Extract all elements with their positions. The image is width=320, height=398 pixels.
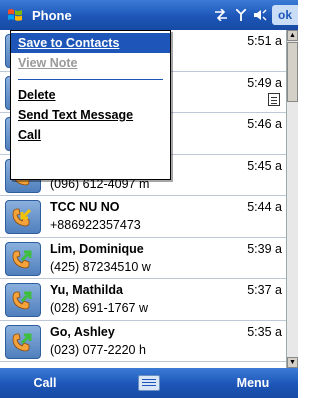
outgoing-call-icon (5, 324, 41, 359)
call-time: 5:35 a (247, 324, 282, 339)
menu-item-save-to-contacts[interactable]: Save to Contacts (11, 33, 170, 53)
incoming-call-icon (5, 200, 41, 234)
menu-item-label: Send Text Message (18, 108, 134, 122)
scroll-up-arrow-icon[interactable]: ▲ (287, 30, 298, 41)
app-title: Phone (32, 7, 72, 23)
ok-button[interactable]: ok (272, 5, 298, 25)
call-log-row[interactable]: Lim, Dominique (425) 87234510 w 5:39 a (0, 238, 286, 279)
menu-separator (11, 73, 170, 85)
menu-item-view-note: View Note (11, 53, 170, 73)
scrollbar[interactable]: ▲ ▼ (286, 30, 298, 368)
scroll-down-arrow-icon[interactable]: ▼ (287, 357, 298, 368)
outgoing-call-icon (5, 241, 41, 276)
menu-item-label: Call (18, 128, 41, 142)
menu-item-label: Save to Contacts (18, 36, 120, 50)
contact-name: Lim, Dominique (50, 241, 144, 256)
call-time: 5:44 a (247, 200, 282, 214)
call-log-row[interactable]: Go, Ashley (023) 077-2220 h 5:35 a (0, 321, 286, 362)
speaker-volume-icon[interactable] (254, 9, 268, 21)
call-softkey[interactable]: Call (0, 368, 90, 398)
phone-number: (425) 87234510 w (50, 259, 151, 274)
call-time: 5:37 a (247, 283, 282, 297)
call-time: 5:46 a (247, 117, 282, 131)
note-icon (268, 92, 280, 106)
menu-item-label: View Note (18, 56, 78, 70)
context-menu: Save to Contacts View Note Delete Send T… (10, 30, 171, 180)
outgoing-call-icon (5, 283, 41, 317)
call-time: 5:51 a (247, 34, 282, 48)
call-log-row[interactable]: TCC NU NO +886922357473 5:44 a (0, 196, 286, 238)
scrollbar-thumb[interactable] (287, 42, 298, 102)
contact-name: Go, Ashley (50, 324, 115, 339)
contact-name: Yu, Mathilda (50, 283, 123, 297)
signal-antenna-icon[interactable] (236, 9, 246, 21)
call-time: 5:39 a (247, 241, 282, 256)
call-time: 5:45 a (247, 158, 282, 173)
contact-name: TCC NU NO (50, 200, 120, 214)
phone-number: (028) 691-1767 w (50, 301, 148, 315)
status-area (214, 0, 268, 30)
keyboard-icon[interactable] (138, 375, 160, 391)
call-time: 5:49 a (247, 75, 282, 90)
menu-item-delete[interactable]: Delete (11, 85, 170, 105)
title-bar: Phone ok (0, 0, 298, 30)
connectivity-icon[interactable] (214, 9, 228, 21)
start-button[interactable] (0, 0, 30, 30)
menu-softkey[interactable]: Menu (208, 368, 298, 398)
softkey-bar: Call Menu (0, 368, 298, 398)
phone-number: (023) 077-2220 h (50, 342, 146, 357)
call-log-row[interactable]: Yu, Mathilda (028) 691-1767 w 5:37 a (0, 279, 286, 321)
phone-number: +886922357473 (50, 218, 141, 232)
menu-item-label: Delete (18, 88, 56, 102)
menu-item-send-text-message[interactable]: Send Text Message (11, 105, 170, 125)
menu-item-call[interactable]: Call (11, 125, 170, 145)
windows-flag-icon (8, 9, 22, 21)
